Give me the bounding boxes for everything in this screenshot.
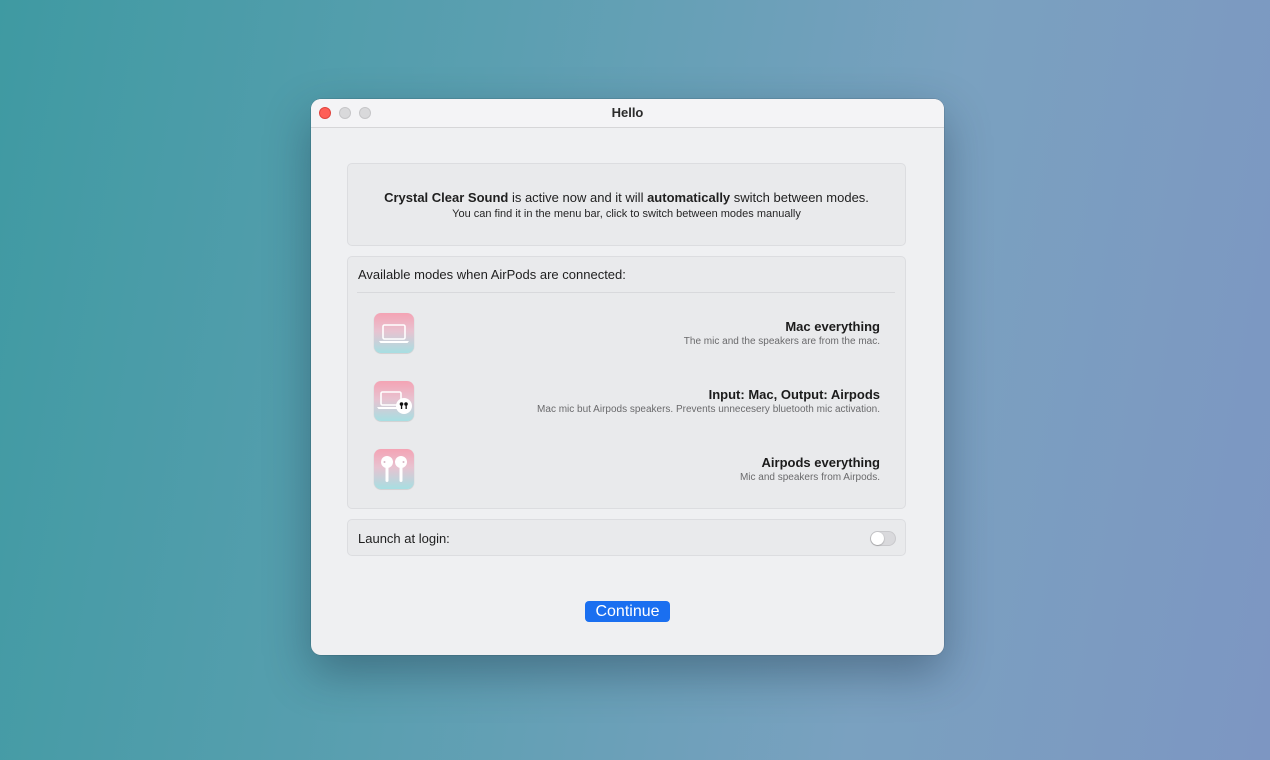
modes-panel: Available modes when AirPods are connect… — [347, 256, 906, 509]
intro-emphasis: automatically — [647, 190, 731, 205]
modes-header: Available modes when AirPods are connect… — [358, 267, 626, 282]
laptop-icon — [374, 313, 414, 353]
intro-text-end: switch between modes. — [730, 190, 869, 205]
mode-title: Airpods everything — [761, 455, 880, 470]
mode-description: The mic and the speakers are from the ma… — [683, 336, 880, 347]
title-bar[interactable]: Hello — [311, 99, 944, 128]
laptop-airpods-icon — [374, 381, 414, 421]
mode-description: Mac mic but Airpods speakers. Prevents u… — [537, 404, 880, 415]
intro-text-middle: is active now and it will — [508, 190, 648, 205]
intro-subtitle: You can find it in the menu bar, click t… — [452, 208, 801, 220]
window-title: Hello — [611, 105, 644, 120]
intro-message: Crystal Clear Sound is active now and it… — [348, 190, 905, 205]
continue-button[interactable]: Continue — [585, 601, 670, 622]
airpods-icon — [374, 449, 414, 489]
mode-description: Mic and speakers from Airpods. — [739, 472, 880, 483]
launch-at-login-label: Launch at login: — [358, 531, 450, 546]
launch-at-login-toggle[interactable] — [870, 531, 896, 546]
mode-airpods-everything: Airpods everything Mic and speakers from… — [348, 449, 905, 493]
mode-mac-everything: Mac everything The mic and the speakers … — [348, 313, 905, 357]
app-name: Crystal Clear Sound — [384, 190, 509, 205]
mode-title: Mac everything — [785, 319, 880, 334]
mode-title: Input: Mac, Output: Airpods — [708, 387, 880, 402]
modes-divider — [357, 292, 895, 293]
toggle-knob — [871, 532, 884, 545]
desktop-background: Hello Crystal Clear Sound is active now … — [0, 0, 1270, 760]
launch-at-login-row: Launch at login: — [347, 519, 906, 556]
mode-mac-input-airpods-output: Input: Mac, Output: Airpods Mac mic but … — [348, 381, 905, 425]
intro-panel: Crystal Clear Sound is active now and it… — [347, 163, 906, 246]
hello-window: Hello Crystal Clear Sound is active now … — [311, 99, 944, 655]
